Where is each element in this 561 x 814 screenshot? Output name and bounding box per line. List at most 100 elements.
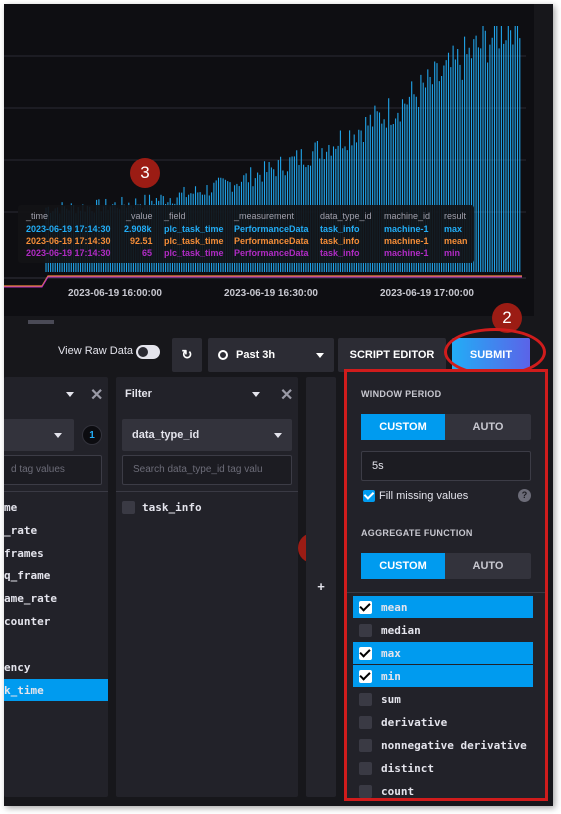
add-filter-column[interactable]: + [306,377,336,797]
column-header: ✕ [4,377,108,411]
tooltip-header: _field [164,211,186,221]
aggregate-function-label: derivative [381,716,448,729]
chevron-down-icon [252,392,260,397]
tooltip-header: _value [126,211,153,221]
tooltip-cell: task_info [320,236,360,246]
checkbox[interactable] [359,739,372,752]
view-raw-data-label: View Raw Data [58,345,133,357]
list-item[interactable]: q_frame [4,569,50,582]
tag-search-input[interactable]: d tag values [4,455,102,485]
filter-key-select[interactable]: data_type_id [122,419,292,451]
tooltip-header: _measurement [234,211,295,221]
checkbox[interactable] [359,785,372,798]
tooltip-cell: 2023-06-19 17:14:30 [26,248,111,258]
aggregate-auto-button[interactable]: AUTO [445,553,531,579]
aggregate-function-label: sum [381,693,401,706]
app-window: 2023-06-19 16:00:00 2023-06-19 16:30:00 … [4,4,553,806]
checkbox[interactable] [359,624,372,637]
aggregate-function-option[interactable]: sum [353,688,533,710]
aggregate-function-option[interactable]: derivative [353,711,533,733]
tooltip-cell: plc_task_time [164,224,224,234]
script-editor-button[interactable]: SCRIPT EDITOR [338,338,446,372]
list-item[interactable]: ame_rate [4,592,57,605]
checkbox[interactable] [122,501,135,514]
aggregate-function-option[interactable]: median [353,619,533,641]
aggregate-function-option[interactable]: min [353,665,533,687]
tooltip-cell: machine-1 [384,236,429,246]
aggregate-function-label: distinct [381,762,434,775]
filter-title: Filter [125,388,152,400]
view-raw-data-toggle[interactable] [136,345,160,359]
list-item[interactable]: me [4,501,17,514]
tag-selector-column: ✕ 1 d tag values me _rate frames q_frame… [4,377,108,797]
key-select[interactable] [4,419,74,451]
list-item[interactable]: counter [4,615,50,628]
tooltip-cell: plc_task_time [164,236,224,246]
checkbox[interactable] [359,716,372,729]
window-period-custom-button[interactable]: CUSTOM [361,414,445,440]
aggregate-function-label: max [381,647,401,660]
tooltip-cell: mean [444,236,468,246]
checkbox[interactable] [359,693,372,706]
close-icon[interactable]: ✕ [280,385,293,405]
aggregate-custom-button[interactable]: CUSTOM [361,553,445,579]
filter-column: Filter ✕ data_type_id Search data_type_i… [116,377,298,797]
tooltip-cell: machine-1 [384,224,429,234]
aggregate-function-option[interactable]: mean [353,596,533,618]
aggregate-function-option[interactable]: max [353,642,533,664]
hover-tooltip: _time _value _field _measurement data_ty… [18,205,474,263]
refresh-button[interactable]: ↻ [172,338,202,372]
list-item[interactable]: k_time [4,684,44,697]
checkbox[interactable] [359,647,372,660]
tooltip-cell: PerformanceData [234,248,309,258]
chevron-down-icon [274,433,282,438]
selected-count-badge: 1 [82,425,102,445]
aggregate-function-label: median [381,624,421,637]
filter-value-label: task_info [142,501,202,514]
aggregate-function-toggle: CUSTOM AUTO [361,553,531,579]
list-item[interactable]: _rate [4,524,37,537]
list-item[interactable]: ency [4,661,31,674]
time-range-label: Past 3h [236,349,276,361]
checkbox[interactable] [359,762,372,775]
filter-header[interactable]: Filter ✕ [116,377,298,411]
aggregate-function-option[interactable]: nonnegative derivative [353,734,533,756]
aggregate-function-label: min [381,670,401,683]
fill-missing-label: Fill missing values [379,490,469,502]
tooltip-cell: 2.908k [124,224,152,234]
checkbox[interactable] [359,670,372,683]
aggregate-function-label: mean [381,601,408,614]
window-period-input[interactable]: 5s [361,451,531,481]
time-range-dropdown[interactable]: Past 3h [208,338,334,372]
divider [4,491,108,492]
window-period-auto-button[interactable]: AUTO [445,414,531,440]
filter-key-label: data_type_id [132,429,200,441]
tooltip-cell: plc_task_time [164,248,224,258]
tooltip-cell: PerformanceData [234,236,309,246]
help-icon[interactable]: ? [518,489,531,502]
chevron-down-icon[interactable] [66,392,74,397]
resize-handle[interactable] [28,320,54,324]
filter-search-input[interactable]: Search data_type_id tag valu [122,455,292,485]
list-item[interactable]: frames [4,547,44,560]
x-tick-label: 2023-06-19 16:00:00 [68,288,162,299]
fill-missing-checkbox[interactable] [363,490,375,502]
add-filter-button[interactable]: + [306,579,336,594]
aggregate-function-label: count [381,785,415,798]
close-icon[interactable]: ✕ [90,385,103,405]
aggregate-panel: WINDOW PERIOD CUSTOM AUTO 5s Fill missin… [344,369,548,801]
x-tick-label: 2023-06-19 17:00:00 [380,288,474,299]
chevron-down-icon [54,433,62,438]
tooltip-header: data_type_id [320,211,372,221]
filter-value-row[interactable]: task_info [122,499,292,519]
tooltip-cell: 92.51 [130,236,153,246]
aggregate-function-option[interactable]: count [353,780,533,802]
tooltip-cell: max [444,224,463,234]
tooltip-header: result [444,211,467,221]
divider [347,592,545,593]
aggregate-function-label: nonnegative derivative [381,739,527,752]
checkbox[interactable] [359,601,372,614]
tooltip-header: _time [26,211,49,221]
tooltip-cell: min [444,248,461,258]
aggregate-function-option[interactable]: distinct [353,757,533,779]
